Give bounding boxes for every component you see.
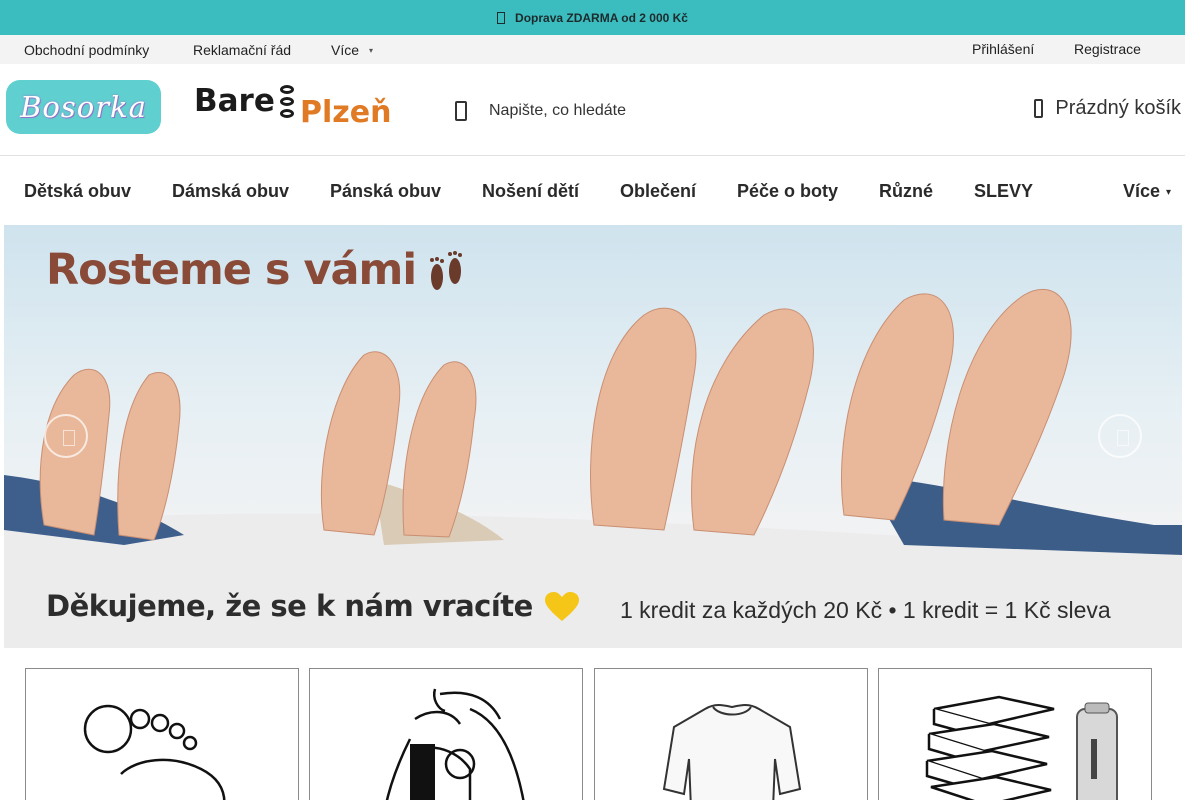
search-box[interactable]: Napište, co hledáte	[455, 99, 626, 123]
hero-credit-text: 1 kredit za každých 20 Kč • 1 kredit = 1…	[620, 597, 1111, 623]
nav-item-shoe-care[interactable]: Péče o boty	[737, 181, 838, 202]
books-bottle-icon	[925, 695, 1118, 800]
promo-bar: Doprava ZDARMA od 2 000 Kč	[0, 0, 1185, 35]
nav-item-babywearing[interactable]: Nošení dětí	[482, 181, 579, 202]
chevron-down-icon: ▾	[1166, 187, 1172, 198]
category-tiles	[0, 668, 1185, 800]
logo-foot-icon	[277, 84, 297, 128]
logo-bare-text: Bare	[194, 83, 275, 119]
more-link[interactable]: Více ▾	[331, 42, 373, 58]
footprint-icon	[83, 704, 226, 800]
category-tile-clothing[interactable]	[594, 668, 868, 800]
truck-icon	[497, 11, 506, 24]
nav-item-clothing[interactable]: Oblečení	[620, 181, 696, 202]
top-navigation: Obchodní podmínky Reklamační řád Více ▾ P…	[0, 35, 1185, 64]
chevron-down-icon: ▾	[369, 46, 374, 55]
tshirt-icon	[662, 704, 802, 800]
cart-label: Prázdný košík	[1055, 97, 1181, 119]
cart-icon	[1034, 99, 1044, 118]
nav-item-misc[interactable]: Různé	[879, 181, 933, 202]
promo-text: Doprava ZDARMA od 2 000 Kč	[515, 10, 688, 25]
barefoot-plzen-logo[interactable]: Bare Plzeň	[193, 82, 398, 132]
main-navigation: Dětská obuv Dámská obuv Pánská obuv Noše…	[0, 157, 1185, 225]
nav-more-label: Více	[1123, 181, 1161, 201]
nav-item-mens-shoes[interactable]: Pánská obuv	[330, 181, 441, 202]
carousel-prev-button[interactable]	[44, 414, 88, 458]
nav-item-more[interactable]: Více ▾	[1123, 181, 1171, 202]
category-tile-misc[interactable]	[878, 668, 1152, 800]
bosorka-logo[interactable]: Bosorka	[6, 80, 161, 134]
nav-item-sale[interactable]: SLEVY	[974, 181, 1033, 202]
baby-carrier-icon	[385, 688, 525, 800]
hero-thanks-text: Děkujeme, že se k nám vracíte	[46, 589, 533, 623]
bosorka-logo-text: Bosorka	[20, 90, 147, 124]
footprints-icon	[430, 251, 462, 290]
nav-item-womens-shoes[interactable]: Dámská obuv	[172, 181, 289, 202]
terms-link[interactable]: Obchodní podmínky	[24, 42, 149, 58]
search-icon	[455, 101, 467, 121]
hero-banner[interactable]: Rosteme s vámi Děkujeme, že se k nám vra…	[4, 225, 1182, 648]
logo-plzen-text: Plzeň	[300, 95, 392, 130]
nav-item-kids-shoes[interactable]: Dětská obuv	[24, 181, 131, 202]
login-link[interactable]: Přihlášení	[972, 41, 1034, 57]
hero-title: Rosteme s vámi	[46, 245, 417, 295]
carousel-next-button[interactable]	[1098, 414, 1142, 458]
more-link-label: Více	[331, 42, 360, 58]
cart-button[interactable]: Prázdný košík	[1034, 97, 1181, 120]
register-link[interactable]: Registrace	[1074, 41, 1141, 57]
site-header: Bosorka Bare Plzeň Napište, co hledáte P…	[0, 64, 1185, 156]
category-tile-footprint[interactable]	[25, 668, 299, 800]
category-tile-babywearing[interactable]	[309, 668, 583, 800]
search-input[interactable]: Napište, co hledáte	[489, 102, 626, 120]
complaints-link[interactable]: Reklamační řád	[193, 42, 291, 58]
heart-icon	[545, 592, 579, 621]
